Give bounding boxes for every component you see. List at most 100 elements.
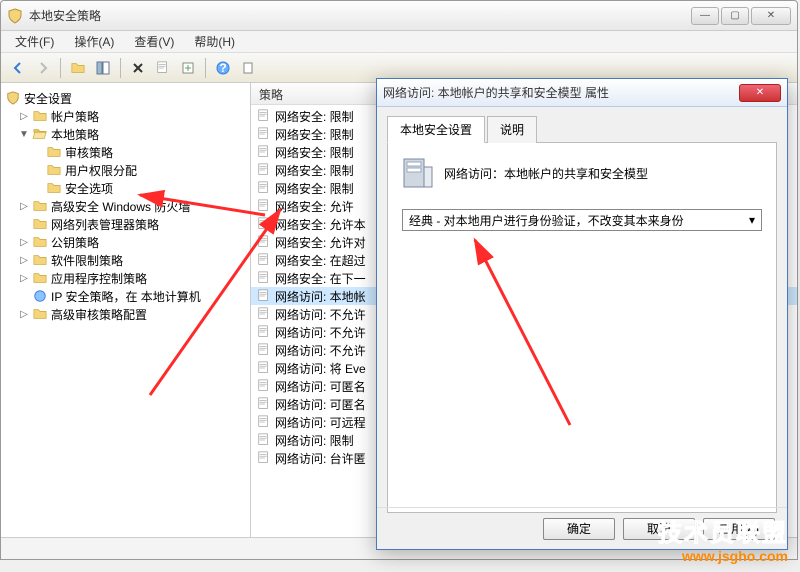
tree-user-rights[interactable]: 用户权限分配 — [33, 161, 246, 179]
doc-icon — [257, 433, 271, 447]
tree-account-policy[interactable]: ▷ 帐户策略 — [19, 107, 246, 125]
globe-icon — [32, 289, 48, 303]
tree-root[interactable]: 安全设置 — [5, 89, 246, 107]
doc-icon — [257, 163, 271, 177]
tree-security-options[interactable]: 安全选项 — [33, 179, 246, 197]
tree-label: 高级安全 Windows 防火墙 — [51, 198, 190, 215]
expand-icon[interactable]: ▷ — [19, 273, 29, 284]
list-item-label: 网络访问: 不允许 — [275, 342, 366, 359]
doc-icon — [257, 361, 271, 375]
doc-icon — [257, 109, 271, 123]
tree-label: 帐户策略 — [51, 108, 99, 125]
menu-view[interactable]: 查看(V) — [126, 31, 182, 52]
doc-icon — [257, 379, 271, 393]
list-item-label: 网络安全: 在超过 — [275, 252, 366, 269]
folder-icon — [32, 235, 48, 249]
cancel-button[interactable]: 取消 — [623, 518, 695, 540]
folder-icon — [32, 271, 48, 285]
svg-text:?: ? — [219, 61, 226, 75]
expand-icon[interactable]: ▷ — [19, 201, 29, 212]
doc-icon — [257, 307, 271, 321]
toolbar-sep2 — [120, 58, 121, 78]
folder-icon — [32, 199, 48, 213]
list-item-label: 网络安全: 限制 — [275, 162, 354, 179]
tree-root-label: 安全设置 — [24, 90, 72, 107]
server-icon — [402, 157, 434, 189]
dialog-titlebar[interactable]: 网络访问: 本地帐户的共享和安全模型 属性 ✕ — [377, 79, 787, 107]
expand-icon[interactable]: ▷ — [19, 111, 29, 122]
properties-button[interactable] — [152, 57, 174, 79]
menu-action[interactable]: 操作(A) — [66, 31, 122, 52]
expand-icon[interactable]: ▷ — [19, 255, 29, 266]
list-item-label: 网络访问: 将 Eve — [275, 360, 366, 377]
shield-icon — [5, 91, 21, 105]
tree-ipsec[interactable]: IP 安全策略，在 本地计算机 — [19, 287, 246, 305]
expand-icon[interactable]: ▷ — [19, 309, 29, 320]
tab-strip: 本地安全设置 说明 — [387, 115, 777, 143]
list-item-label: 网络访问: 本地帐 — [275, 288, 366, 305]
doc-icon — [257, 145, 271, 159]
menu-file[interactable]: 文件(F) — [7, 31, 62, 52]
tree-label: 高级审核策略配置 — [51, 306, 147, 323]
security-model-dropdown[interactable]: 经典 - 对本地用户进行身份验证，不改变其本来身份 ▾ — [402, 209, 762, 231]
up-button[interactable] — [67, 57, 89, 79]
refresh-button[interactable] — [237, 57, 259, 79]
tree-local-policy[interactable]: ▼本地策略 — [19, 125, 246, 143]
menubar: 文件(F) 操作(A) 查看(V) 帮助(H) — [1, 31, 797, 53]
doc-icon — [257, 451, 271, 465]
list-item-label: 网络访问: 不允许 — [275, 324, 366, 341]
export-button[interactable] — [177, 57, 199, 79]
maximize-button[interactable]: ▢ — [721, 7, 749, 25]
tree-label: 软件限制策略 — [51, 252, 123, 269]
tree-firewall[interactable]: ▷ 高级安全 Windows 防火墙 — [19, 197, 246, 215]
doc-icon — [257, 217, 271, 231]
tree-label: 公钥策略 — [51, 234, 99, 251]
show-hide-button[interactable] — [92, 57, 114, 79]
policy-name-row: 网络访问：本地帐户的共享和安全模型 — [402, 157, 762, 189]
tree-pane[interactable]: 安全设置 ▷ 帐户策略 ▼本地策略 审核策略 用户权限分配 安全选项 ▷ 高级安全 … — [1, 83, 251, 537]
list-item-label: 网络访问: 台许匿 — [275, 450, 366, 467]
list-item-label: 网络访问: 可远程 — [275, 414, 366, 431]
tree-nlm[interactable]: 网络列表管理器策略 — [19, 215, 246, 233]
policy-name: 网络访问：本地帐户的共享和安全模型 — [444, 165, 648, 182]
collapse-icon[interactable]: ▼ — [19, 129, 29, 140]
app-icon — [7, 8, 23, 24]
back-button[interactable] — [7, 57, 29, 79]
list-item-label: 网络安全: 允许本 — [275, 216, 366, 233]
ok-button[interactable]: 确定 — [543, 518, 615, 540]
delete-button[interactable] — [127, 57, 149, 79]
list-item-label: 网络安全: 允许 — [275, 198, 354, 215]
tree-software-restrict[interactable]: ▷ 软件限制策略 — [19, 251, 246, 269]
dialog-title: 网络访问: 本地帐户的共享和安全模型 属性 — [383, 84, 739, 101]
apply-button[interactable]: 应用(A) — [703, 518, 775, 540]
tree-audit-policy[interactable]: 审核策略 — [33, 143, 246, 161]
doc-icon — [257, 397, 271, 411]
properties-dialog: 网络访问: 本地帐户的共享和安全模型 属性 ✕ 本地安全设置 说明 网络访问：本… — [376, 78, 788, 550]
minimize-button[interactable]: — — [691, 7, 719, 25]
tree-label: 安全选项 — [65, 180, 113, 197]
help-button[interactable]: ? — [212, 57, 234, 79]
forward-button[interactable] — [32, 57, 54, 79]
list-item-label: 网络访问: 可匿名 — [275, 378, 366, 395]
doc-icon — [257, 235, 271, 249]
tree-label: IP 安全策略，在 本地计算机 — [51, 288, 201, 305]
tab-local-security[interactable]: 本地安全设置 — [387, 116, 485, 143]
titlebar: 本地安全策略 — ▢ ✕ — [1, 1, 797, 31]
doc-icon — [257, 415, 271, 429]
list-item-label: 网络安全: 允许对 — [275, 234, 366, 251]
folder-icon — [32, 307, 48, 321]
folder-icon — [32, 109, 48, 123]
tree-public-key[interactable]: ▷ 公钥策略 — [19, 233, 246, 251]
close-button[interactable]: ✕ — [751, 7, 791, 25]
list-item-label: 网络访问: 不允许 — [275, 306, 366, 323]
list-item-label: 网络访问: 可匿名 — [275, 396, 366, 413]
expand-icon[interactable]: ▷ — [19, 237, 29, 248]
menu-help[interactable]: 帮助(H) — [186, 31, 243, 52]
folder-icon — [46, 145, 62, 159]
tree-adv-audit[interactable]: ▷ 高级审核策略配置 — [19, 305, 246, 323]
dialog-close-button[interactable]: ✕ — [739, 84, 781, 102]
list-item-label: 网络安全: 限制 — [275, 126, 354, 143]
tab-description[interactable]: 说明 — [487, 116, 537, 143]
tree-app-control[interactable]: ▷应用程序控制策略 — [19, 269, 246, 287]
doc-icon — [257, 253, 271, 267]
